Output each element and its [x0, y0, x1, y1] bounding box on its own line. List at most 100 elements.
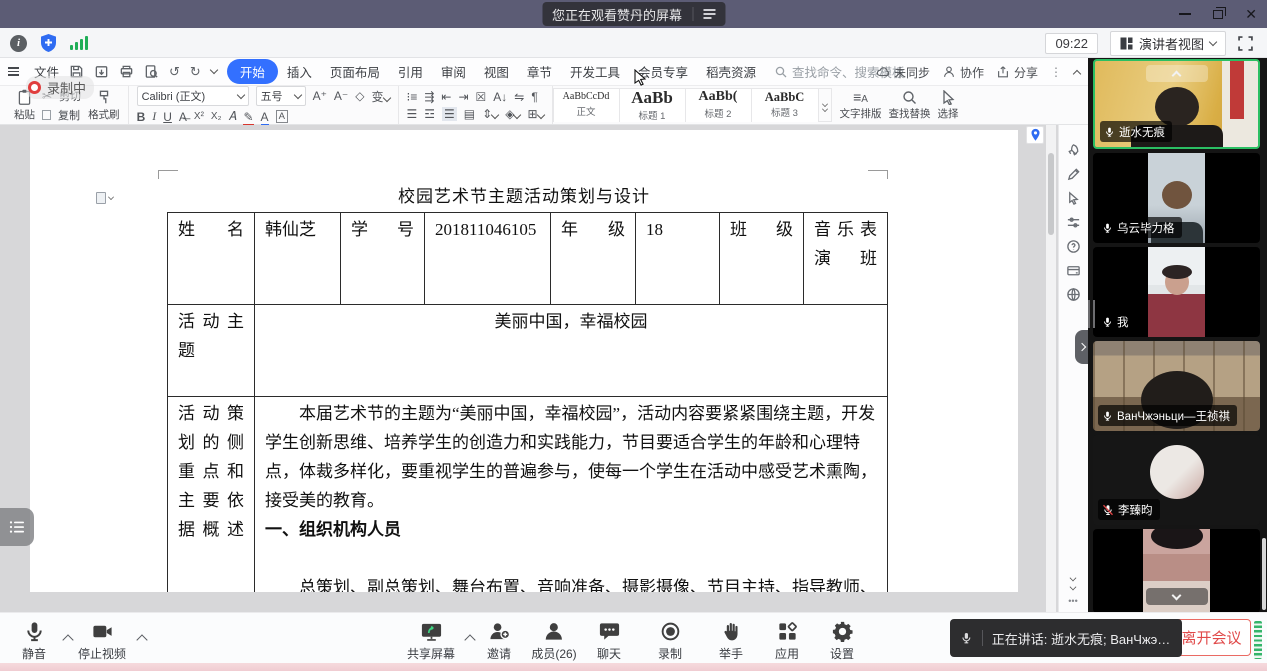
- fullscreen-icon[interactable]: [1238, 36, 1253, 51]
- more-dots-icon[interactable]: •••: [1068, 596, 1077, 606]
- outline-panel-tab[interactable]: [0, 508, 34, 546]
- expand-videos-button[interactable]: [1146, 588, 1208, 605]
- collapse-ribbon-icon[interactable]: [1073, 69, 1081, 77]
- collapse-videos-button[interactable]: [1146, 65, 1208, 82]
- sync-status[interactable]: 未同步: [876, 64, 930, 81]
- italic-button[interactable]: I: [152, 109, 156, 124]
- tab-insert[interactable]: 插入: [278, 59, 321, 84]
- invite-button[interactable]: 邀请: [487, 620, 511, 662]
- close-button[interactable]: ✕: [1245, 7, 1257, 21]
- font-size-select[interactable]: 五号: [256, 86, 306, 106]
- edit-pencil-icon[interactable]: [1066, 167, 1081, 182]
- phonetic-guide-icon[interactable]: 变: [371, 88, 389, 105]
- document-canvas[interactable]: 校园艺术节主题活动策划与设计 姓名 韩仙芝 学号 201811046105 年级…: [0, 125, 1088, 612]
- line-spacing-icon[interactable]: ⇕: [482, 107, 498, 121]
- panel-resize-handle[interactable]: [1088, 300, 1095, 328]
- annotation-pin-icon[interactable]: [1026, 126, 1044, 144]
- font-color-button[interactable]: A: [261, 110, 269, 124]
- clear-format-icon[interactable]: ◇: [355, 89, 364, 103]
- strikethrough-button[interactable]: A̶: [179, 110, 187, 124]
- tab-docer[interactable]: 稻壳资源: [697, 59, 765, 84]
- copy-button[interactable]: 复制: [42, 107, 81, 123]
- mic-options-caret[interactable]: [62, 634, 73, 645]
- restore-button[interactable]: [1213, 10, 1223, 19]
- highlight-color-button[interactable]: ✎: [243, 110, 253, 124]
- tab-home[interactable]: 开始: [227, 59, 278, 84]
- tab-references[interactable]: 引用: [389, 59, 432, 84]
- select-button[interactable]: 选择: [938, 90, 959, 121]
- tab-view[interactable]: 视图: [475, 59, 518, 84]
- settings-button[interactable]: 设置: [830, 620, 854, 662]
- participant-video[interactable]: ВанЧжэньци—王祯祺: [1093, 341, 1260, 431]
- bold-button[interactable]: B: [137, 110, 146, 124]
- document-page[interactable]: 校园艺术节主题活动策划与设计 姓名 韩仙芝 学号 201811046105 年级…: [30, 130, 1018, 592]
- indent-icon[interactable]: ⇥: [458, 90, 468, 104]
- adjust-sliders-icon[interactable]: [1066, 215, 1081, 230]
- text-layout-button[interactable]: ≡A 文字排版: [840, 89, 882, 121]
- character-border-icon[interactable]: A: [276, 110, 288, 123]
- share-options-caret[interactable]: [464, 634, 475, 645]
- feedback-card-icon[interactable]: [1066, 263, 1081, 278]
- distribute-icon[interactable]: ▤: [464, 107, 475, 121]
- select-cursor-icon[interactable]: [1066, 191, 1081, 206]
- asian-layout-icon[interactable]: ☒: [476, 90, 487, 104]
- help-icon[interactable]: [1066, 239, 1081, 254]
- style-heading1[interactable]: AaBb 标题 1: [620, 89, 686, 122]
- shading-icon[interactable]: ◈: [505, 107, 520, 121]
- participant-video[interactable]: 李臻昀: [1093, 435, 1260, 525]
- undo-icon[interactable]: ↺: [169, 64, 180, 80]
- numbered-list-icon[interactable]: ⇶: [424, 90, 434, 104]
- underline-button[interactable]: U: [163, 110, 172, 124]
- style-heading3[interactable]: AaBbC 标题 3: [752, 89, 818, 122]
- styles-scroll-down[interactable]: [822, 106, 828, 112]
- collaborate-button[interactable]: 协作: [942, 64, 984, 81]
- page-up-icon[interactable]: [1070, 575, 1077, 582]
- paragraph-mark-icon[interactable]: ¶: [531, 90, 537, 104]
- tab-review[interactable]: 审阅: [432, 59, 475, 84]
- watching-banner[interactable]: 您正在观看赞丹的屏幕: [542, 2, 725, 26]
- sort-icon[interactable]: A↓: [493, 90, 507, 104]
- minimize-button[interactable]: [1179, 13, 1191, 15]
- text-direction-icon[interactable]: ⇋: [514, 90, 524, 104]
- share-button[interactable]: 分享: [996, 64, 1038, 81]
- apps-button[interactable]: 应用: [775, 620, 799, 662]
- text-effects-icon[interactable]: 𝐴: [228, 109, 236, 124]
- find-replace-button[interactable]: 查找替换: [889, 90, 931, 121]
- assistant-rocket-icon[interactable]: [1066, 143, 1081, 158]
- more-icon[interactable]: ⋮: [1050, 65, 1062, 79]
- font-name-select[interactable]: Calibri (正文): [137, 86, 249, 106]
- chat-button[interactable]: 聊天: [597, 620, 621, 662]
- justify-icon[interactable]: ☰: [442, 107, 457, 121]
- preview-icon[interactable]: [144, 64, 159, 79]
- outdent-icon[interactable]: ⇤: [441, 90, 451, 104]
- view-mode-button[interactable]: 演讲者视图: [1110, 31, 1226, 56]
- participant-video[interactable]: 乌云毕力格: [1093, 153, 1260, 243]
- banner-menu-icon[interactable]: [703, 9, 715, 19]
- align-left-icon[interactable]: ☰: [407, 107, 418, 121]
- subscript-button[interactable]: X₂: [211, 111, 222, 122]
- share-screen-button[interactable]: 共享屏幕: [407, 620, 455, 662]
- document-scrollbar[interactable]: [1046, 125, 1056, 612]
- print-icon[interactable]: [119, 64, 134, 79]
- style-normal[interactable]: AaBbCcDd 正文: [554, 89, 620, 122]
- participant-video-self[interactable]: 我: [1093, 247, 1260, 337]
- leave-meeting-button[interactable]: 离开会议: [1172, 619, 1251, 656]
- meeting-info-icon[interactable]: i: [10, 35, 27, 52]
- tab-section[interactable]: 章节: [518, 59, 561, 84]
- redo-icon[interactable]: ↻: [190, 64, 201, 80]
- raise-hand-button[interactable]: 举手: [719, 620, 743, 662]
- participant-video[interactable]: 逝水无痕: [1093, 59, 1260, 149]
- bullet-list-icon[interactable]: ⁝≡: [407, 90, 418, 104]
- record-button[interactable]: 录制: [658, 620, 682, 662]
- sidebar-collapse-tab[interactable]: [1075, 330, 1088, 364]
- security-shield-icon[interactable]: [39, 33, 58, 53]
- globe-icon[interactable]: [1066, 287, 1081, 302]
- video-options-caret[interactable]: [136, 634, 147, 645]
- increase-font-icon[interactable]: A⁺: [313, 89, 327, 103]
- participant-video[interactable]: [1093, 529, 1260, 612]
- stop-video-button[interactable]: 停止视频: [78, 620, 126, 662]
- decrease-font-icon[interactable]: A⁻: [334, 89, 348, 103]
- style-heading2[interactable]: AaBb( 标题 2: [686, 89, 752, 122]
- borders-icon[interactable]: ⊞: [527, 107, 543, 121]
- page-down-icon[interactable]: [1070, 584, 1077, 591]
